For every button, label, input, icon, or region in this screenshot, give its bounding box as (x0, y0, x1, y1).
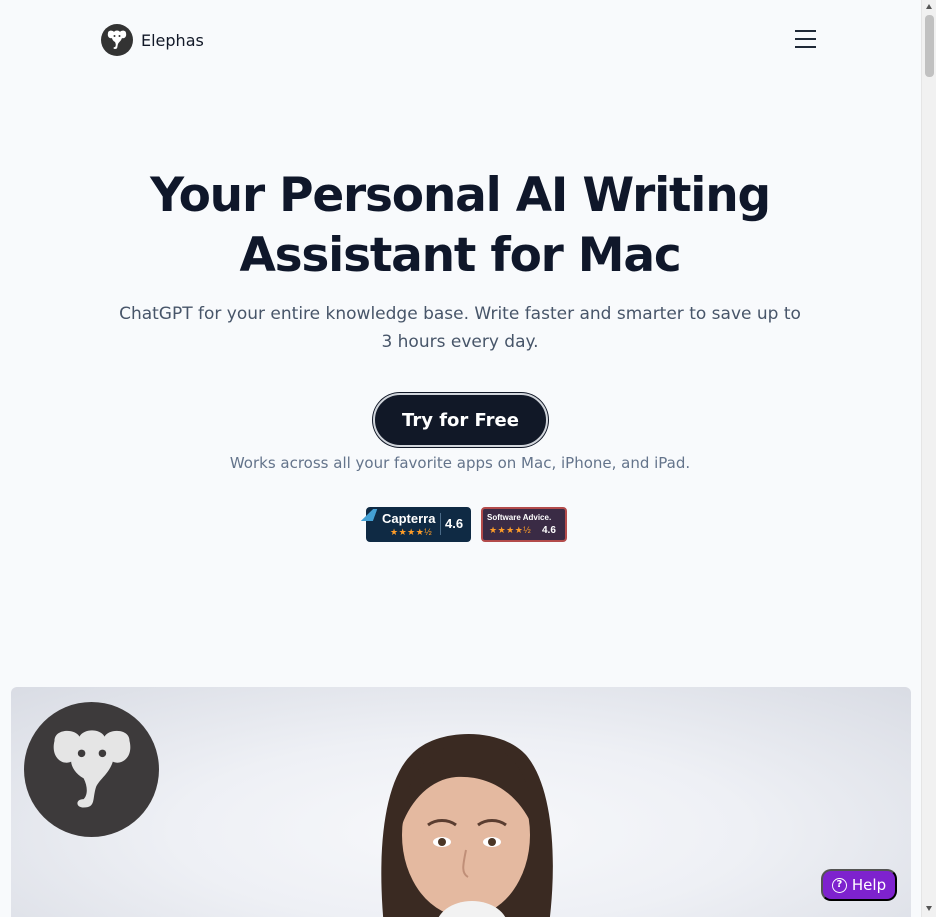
page: Elephas Your Personal AI Writing Assista… (0, 0, 921, 917)
hero-title-line-1: Your Personal AI Writing (150, 168, 771, 223)
software-advice-badge[interactable]: Software Advice. ★★★★½ 4.6 (481, 507, 567, 542)
help-button[interactable]: ? Help (821, 869, 897, 901)
demo-video[interactable] (11, 687, 911, 917)
hero-subtitle: ChatGPT for your entire knowledge base. … (110, 300, 810, 356)
hero-subtitle-line-1: ChatGPT for your entire knowledge base. … (119, 304, 801, 324)
brand-name: Elephas (141, 30, 204, 50)
hero-subtitle-line-2: 3 hours every day. (381, 332, 539, 352)
software-advice-name: Software Advice. (487, 513, 552, 522)
presenter-portrait (381, 734, 553, 917)
software-advice-stars: ★★★★½ (489, 525, 532, 535)
try-for-free-button[interactable]: Try for Free (373, 393, 548, 447)
capterra-flag-icon (360, 509, 378, 521)
elephant-logo-icon (101, 24, 133, 56)
platforms-note: Works across all your favorite apps on M… (229, 454, 691, 472)
scroll-up-arrow-icon[interactable] (926, 4, 932, 9)
video-elephant-logo-icon (24, 702, 159, 837)
page-scrollbar[interactable] (921, 0, 936, 917)
capterra-divider (440, 513, 441, 535)
hamburger-menu-icon[interactable] (795, 30, 819, 50)
help-label: Help (851, 876, 887, 894)
capterra-stars: ★★★★½ (390, 527, 433, 537)
capterra-name: Capterra (382, 511, 436, 526)
hero-title-line-2: Assistant for Mac (239, 228, 681, 283)
question-circle-icon: ? (831, 877, 847, 893)
brand-logo-link[interactable]: Elephas (101, 24, 204, 56)
hero-title: Your Personal AI Writing Assistant for M… (120, 166, 800, 286)
scrollbar-thumb[interactable] (925, 15, 934, 77)
software-advice-rating: 4.6 (542, 525, 556, 536)
capterra-rating: 4.6 (445, 516, 464, 531)
scroll-down-arrow-icon[interactable] (926, 906, 932, 911)
capterra-badge[interactable]: Capterra ★★★★½ 4.6 (360, 507, 471, 542)
